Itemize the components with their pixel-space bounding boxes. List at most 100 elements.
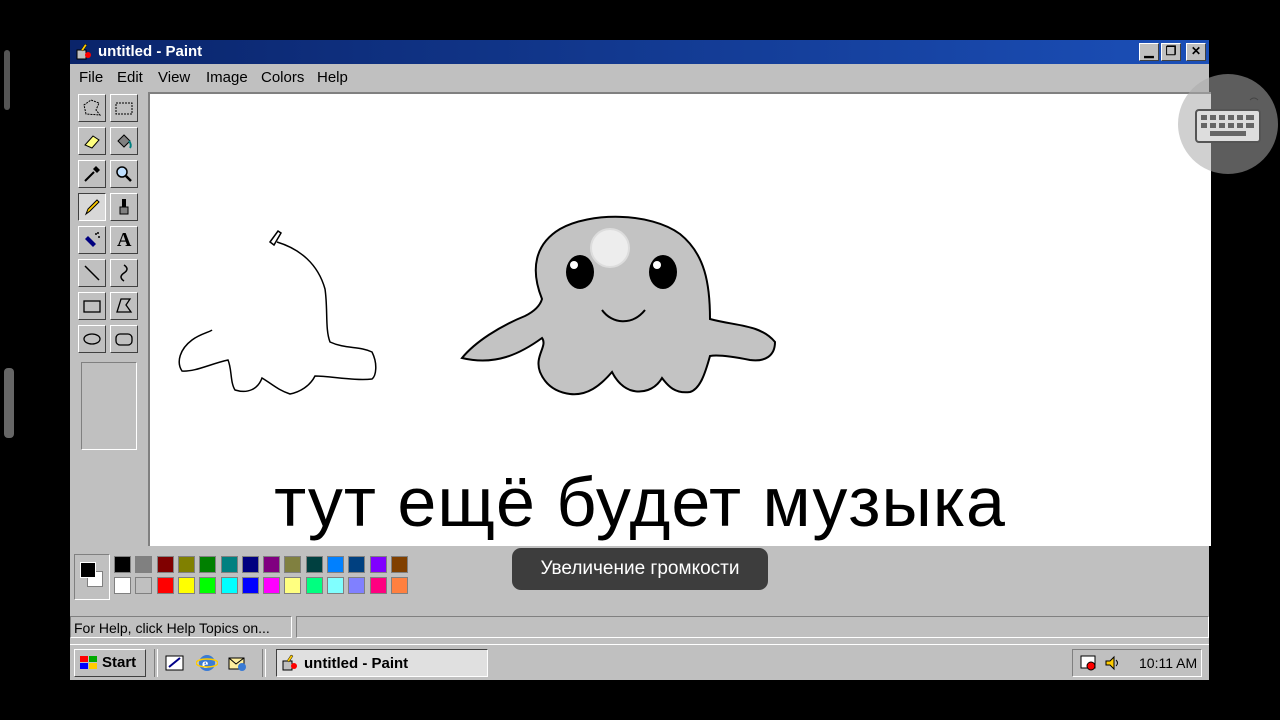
status-bar: For Help, click Help Topics on... xyxy=(70,614,1209,642)
color-swatch[interactable] xyxy=(284,577,302,594)
pencil-icon xyxy=(84,199,100,216)
internet-explorer-icon[interactable]: e xyxy=(196,652,218,674)
desktop-shortcut-icon[interactable] xyxy=(164,653,186,673)
status-coords-cell xyxy=(296,616,1209,638)
current-colors[interactable] xyxy=(74,554,110,600)
menu-view[interactable]: View xyxy=(158,69,190,86)
status-help-text: For Help, click Help Topics on... xyxy=(74,620,270,636)
color-swatch[interactable] xyxy=(241,556,259,573)
minimize-button[interactable]: ▁ xyxy=(1139,43,1159,61)
free-form-select-icon xyxy=(83,99,102,116)
color-swatch[interactable] xyxy=(135,577,153,594)
quicklaunch-separator xyxy=(154,649,158,677)
color-swatch[interactable] xyxy=(284,556,302,573)
tool-rect-select[interactable] xyxy=(110,94,138,122)
foreground-color-swatch xyxy=(80,562,96,578)
color-swatch[interactable] xyxy=(390,556,408,573)
tool-line[interactable] xyxy=(78,259,106,287)
rect-select-icon xyxy=(115,102,133,115)
color-swatch[interactable] xyxy=(305,556,323,573)
menu-bar: File Edit View Image Colors Help xyxy=(70,64,1209,90)
color-swatch[interactable] xyxy=(327,556,344,573)
color-swatch[interactable] xyxy=(177,556,195,573)
keyboard-overlay-button[interactable] xyxy=(1178,74,1278,174)
outlook-express-icon[interactable] xyxy=(226,652,248,674)
menu-help[interactable]: Help xyxy=(317,69,348,86)
tool-curve[interactable] xyxy=(110,259,138,287)
tool-free-form-select[interactable] xyxy=(78,94,106,122)
color-swatch[interactable] xyxy=(114,577,131,594)
color-swatch[interactable] xyxy=(199,556,217,573)
color-swatch[interactable] xyxy=(241,577,259,594)
window-title: untitled - Paint xyxy=(98,43,203,60)
color-swatch[interactable] xyxy=(348,577,366,594)
windows-logo-icon xyxy=(80,656,97,669)
color-swatch[interactable] xyxy=(135,556,153,573)
color-swatch[interactable] xyxy=(114,556,131,573)
close-icon: ✕ xyxy=(1190,44,1202,58)
tool-rectangle[interactable] xyxy=(78,292,106,320)
ellipse-icon xyxy=(83,333,101,345)
text-icon: A xyxy=(117,229,132,251)
color-swatch[interactable] xyxy=(348,556,366,573)
color-swatch[interactable] xyxy=(156,556,174,573)
system-tray: 10:11 AM xyxy=(1072,649,1202,677)
start-label: Start xyxy=(102,654,137,671)
color-swatch[interactable] xyxy=(263,556,281,573)
video-subtitle: тут ещё будет музыка xyxy=(274,463,1006,541)
menu-edit[interactable]: Edit xyxy=(117,69,143,86)
taskbar-separator xyxy=(262,649,266,677)
tool-options-box[interactable] xyxy=(81,362,137,450)
screen-edge-bottom xyxy=(4,368,14,438)
volume-icon[interactable] xyxy=(1103,654,1123,672)
toolbox: A xyxy=(76,94,144,454)
tool-airbrush[interactable] xyxy=(78,226,106,254)
tool-pencil[interactable] xyxy=(78,193,106,221)
brush-icon xyxy=(119,199,129,215)
tool-pick-color[interactable] xyxy=(78,160,106,188)
airbrush-icon xyxy=(85,232,100,247)
tool-brush[interactable] xyxy=(110,193,138,221)
color-swatch[interactable] xyxy=(369,556,387,573)
minimize-icon: ▁ xyxy=(1144,44,1154,58)
title-bar[interactable]: untitled - Paint ▁ ❐ ✕ xyxy=(70,40,1209,64)
clock: 10:11 AM xyxy=(1139,655,1198,671)
start-button[interactable]: Start xyxy=(74,649,146,677)
color-swatch[interactable] xyxy=(369,577,387,594)
menu-colors[interactable]: Colors xyxy=(261,69,304,86)
color-swatch[interactable] xyxy=(199,577,217,594)
color-swatch[interactable] xyxy=(390,577,408,594)
tool-rounded-rectangle[interactable] xyxy=(110,325,138,353)
maximize-icon: ❐ xyxy=(1165,44,1177,58)
color-swatch[interactable] xyxy=(327,577,344,594)
sketch-outline-creature xyxy=(178,229,377,395)
polygon-icon xyxy=(116,298,133,313)
menu-image[interactable]: Image xyxy=(206,69,248,86)
color-swatch[interactable] xyxy=(177,577,195,594)
close-button[interactable]: ✕ xyxy=(1186,43,1206,61)
magnifier-icon xyxy=(116,166,132,182)
taskbar: Start e untitled - Paint 10:11 AM xyxy=(70,644,1209,680)
status-help-cell: For Help, click Help Topics on... xyxy=(70,616,292,638)
menu-file[interactable]: File xyxy=(79,69,103,86)
tool-eraser[interactable] xyxy=(78,127,106,155)
tool-text[interactable]: A xyxy=(110,226,138,254)
scheduler-icon[interactable] xyxy=(1079,654,1099,672)
tool-magnifier[interactable] xyxy=(110,160,138,188)
paint-app-icon xyxy=(76,44,91,60)
color-swatch[interactable] xyxy=(305,577,323,594)
line-icon xyxy=(84,265,100,281)
curve-icon xyxy=(120,264,128,282)
color-swatch[interactable] xyxy=(263,577,281,594)
color-swatch[interactable] xyxy=(220,577,238,594)
touch-indicator xyxy=(590,228,630,268)
keyboard-icon xyxy=(1195,97,1261,143)
color-swatch[interactable] xyxy=(156,577,174,594)
taskbar-item-paint[interactable]: untitled - Paint xyxy=(276,649,488,677)
tool-polygon[interactable] xyxy=(110,292,138,320)
color-swatch[interactable] xyxy=(220,556,238,573)
paint-app-icon xyxy=(282,654,297,671)
maximize-button[interactable]: ❐ xyxy=(1161,43,1181,61)
tool-ellipse[interactable] xyxy=(78,325,106,353)
tool-fill[interactable] xyxy=(110,127,138,155)
